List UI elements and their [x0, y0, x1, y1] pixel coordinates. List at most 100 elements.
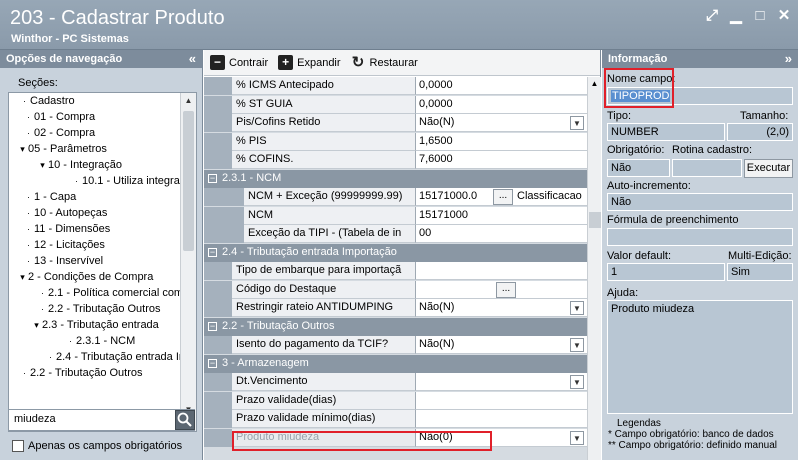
property-value[interactable]: ...	[416, 280, 587, 299]
property-value[interactable]: ▼	[416, 373, 587, 391]
property-row[interactable]: Tipo de embarque para importaçã	[204, 262, 587, 280]
restaurar-button[interactable]: ↻ Restaurar	[351, 55, 418, 70]
collapse-right-icon[interactable]: »	[785, 51, 792, 66]
tree-item[interactable]: · 12 - Licitações	[9, 237, 196, 253]
property-value[interactable]: 15171000.0... Classificacao	[416, 188, 587, 206]
property-value[interactable]: 1,6500	[416, 132, 587, 151]
collapse-section-icon[interactable]: −	[208, 173, 217, 183]
tree-item[interactable]: · 2.2 - Tributação Outros	[9, 301, 196, 317]
property-label: Restringir rateio ANTIDUMPING	[232, 299, 416, 317]
executar-button[interactable]: Executar	[744, 159, 793, 178]
tree-item[interactable]: · 2.2 - Tributação Outros	[9, 365, 196, 381]
property-row[interactable]: % PIS 1,6500	[204, 132, 587, 151]
dropdown-arrow-icon[interactable]: ▼	[570, 430, 584, 445]
property-value[interactable]: Não(N) ▼	[416, 114, 587, 132]
property-row[interactable]: Exceção da TIPI - (Tabela de in 00	[204, 225, 587, 243]
ellipsis-button[interactable]: ...	[496, 281, 516, 298]
dropdown-arrow-icon[interactable]: ▼	[570, 375, 584, 389]
collapse-section-icon[interactable]: −	[208, 247, 217, 257]
only-required-checkbox[interactable]	[12, 440, 24, 452]
ellipsis-button[interactable]: ...	[493, 189, 513, 205]
tree-item[interactable]: ▾ 2 - Condições de Compra	[9, 269, 196, 285]
property-value[interactable]: 00	[416, 225, 587, 243]
expand-toggle-icon[interactable]: ▾	[17, 269, 28, 285]
property-row[interactable]: Pis/Cofins Retido Não(N) ▼	[204, 114, 587, 132]
tree-item[interactable]: · 2.4 - Tributação entrada Ir	[9, 349, 196, 365]
scroll-up-icon[interactable]: ▲	[588, 79, 601, 88]
search-input[interactable]: miudeza	[8, 409, 195, 431]
grid-vertical-scrollbar[interactable]: ▲	[587, 77, 601, 460]
expandir-button[interactable]: + Expandir	[278, 55, 341, 70]
tree-item[interactable]: · 11 - Dimensões	[9, 221, 196, 237]
property-value[interactable]	[416, 391, 587, 410]
tree-item[interactable]: · 13 - Inservível	[9, 253, 196, 269]
tree-item[interactable]: · 1 - Capa	[9, 189, 196, 205]
tree-item[interactable]: · 10 - Autopeças	[9, 205, 196, 221]
minimize-icon[interactable]: ▁	[728, 8, 744, 24]
contrair-button[interactable]: − Contrair	[210, 55, 268, 70]
tree-vertical-scrollbar[interactable]: ▲ ▼	[180, 93, 196, 431]
dropdown-arrow-icon[interactable]: ▼	[570, 116, 584, 130]
tree-item[interactable]: ▾ 10 - Integração	[9, 157, 196, 173]
property-row[interactable]: Prazo validade mínimo(dias)	[204, 410, 587, 428]
autoinc-field[interactable]: Não	[607, 193, 793, 211]
property-row[interactable]: % ST GUIA 0,0000	[204, 95, 587, 114]
property-row[interactable]: Restringir rateio ANTIDUMPING Não(N) ▼	[204, 299, 587, 317]
property-value[interactable]: Não(N) ▼	[416, 336, 587, 354]
formula-field[interactable]	[607, 228, 793, 246]
sections-tree[interactable]: · Cadastro · 01 - Compra · 02 - Compra ▾ 05 - P…	[8, 92, 197, 432]
tree-item[interactable]: · 10.1 - Utiliza integraçã	[9, 173, 196, 189]
property-row[interactable]: % COFINS. 7,6000	[204, 151, 587, 169]
scroll-up-icon[interactable]: ▲	[181, 93, 196, 108]
tree-item-label: 2.2 - Tributação Outros	[30, 367, 143, 379]
property-value[interactable]: Não(N) ▼	[416, 299, 587, 317]
property-value[interactable]	[416, 262, 587, 280]
rotina-cadastro-field[interactable]	[672, 159, 742, 177]
ajuda-field[interactable]: Produto miudeza	[607, 300, 793, 414]
dropdown-arrow-icon[interactable]: ▼	[570, 338, 584, 352]
tree-item[interactable]: · 01 - Compra	[9, 109, 196, 125]
expand-toggle-icon[interactable]: ▾	[37, 157, 48, 173]
tamanho-field[interactable]: (2,0)	[727, 123, 793, 141]
tipo-field[interactable]: NUMBER	[607, 123, 725, 141]
grid-section-header[interactable]: −2.4 - Tributação entrada Importação	[204, 243, 587, 262]
tree-item[interactable]: · 2.1 - Política comercial com	[9, 285, 196, 301]
tree-item[interactable]: · Cadastro	[9, 93, 196, 109]
property-row[interactable]: Código do Destaque...	[204, 280, 587, 299]
property-value[interactable]: 7,6000	[416, 151, 587, 169]
restore-icon[interactable]: ⤢	[704, 8, 720, 24]
tree-item[interactable]: · 2.3.1 - NCM	[9, 333, 196, 349]
valor-default-field[interactable]: 1	[607, 263, 725, 281]
grid-section-header[interactable]: −2.3.1 - NCM	[204, 169, 587, 188]
classificacao-link[interactable]: Classificacao	[517, 190, 582, 202]
property-row[interactable]: NCM + Exceção (99999999.99) 15171000.0...…	[204, 188, 587, 206]
collapse-section-icon[interactable]: −	[208, 358, 217, 368]
close-icon[interactable]: ✕	[776, 8, 792, 24]
maximize-icon[interactable]: □	[752, 8, 768, 24]
tree-scroll-thumb[interactable]	[183, 111, 194, 251]
tree-item[interactable]: ▾ 2.3 - Tributação entrada	[9, 317, 196, 333]
collapse-section-icon[interactable]: −	[208, 321, 217, 331]
search-button[interactable]	[175, 410, 195, 430]
expand-toggle-icon[interactable]: ▾	[31, 317, 42, 333]
property-row[interactable]: NCM 15171000	[204, 206, 587, 225]
expand-toggle-icon[interactable]: ▾	[17, 141, 28, 157]
property-row[interactable]: Isento do pagamento da TCIF? Não(N) ▼	[204, 336, 587, 354]
property-row[interactable]: Prazo validade(dias)	[204, 391, 587, 410]
property-row[interactable]: Dt.Vencimento ▼	[204, 373, 587, 391]
property-value[interactable]: 0,0000	[416, 95, 587, 114]
property-row[interactable]: % ICMS Antecipado 0,0000	[204, 77, 587, 95]
grid-section-header[interactable]: −3 - Armazenagem	[204, 354, 587, 373]
tree-item[interactable]: ▾ 05 - Parâmetros	[9, 141, 196, 157]
dropdown-arrow-icon[interactable]: ▼	[570, 301, 584, 315]
property-value[interactable]: 15171000	[416, 206, 587, 225]
tree-item[interactable]: · 02 - Compra	[9, 125, 196, 141]
obrigatorio-field[interactable]: Não	[607, 159, 670, 177]
property-value[interactable]: 0,0000	[416, 77, 587, 95]
property-value-text: 00	[419, 227, 432, 239]
property-value[interactable]	[416, 410, 587, 428]
collapse-left-icon[interactable]: «	[189, 51, 196, 66]
grid-scroll-thumb[interactable]	[589, 212, 601, 228]
multi-edicao-field[interactable]: Sim	[727, 263, 793, 281]
grid-section-header[interactable]: −2.2 - Tributação Outros	[204, 317, 587, 336]
